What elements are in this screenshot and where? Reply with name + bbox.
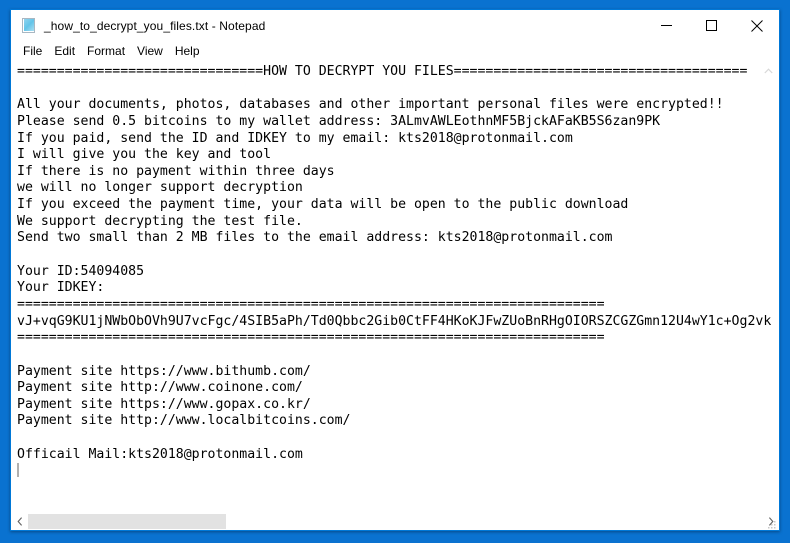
window-controls xyxy=(644,10,779,41)
text-line: Your IDKEY: xyxy=(17,280,105,296)
text-line: Payment site https://www.bithumb.com/ xyxy=(17,363,311,379)
text-line: Officail Mail:kts2018@protonmail.com xyxy=(17,446,303,462)
text-line: We support decrypting the test file. xyxy=(17,213,303,229)
text-line xyxy=(17,430,779,447)
minimize-icon xyxy=(661,25,672,26)
close-button[interactable] xyxy=(734,10,779,41)
text-line: If you exceed the payment time, your dat… xyxy=(17,197,629,213)
close-icon xyxy=(750,19,763,32)
text-line xyxy=(17,463,779,480)
text-line: If you paid, send the ID and IDKEY to my… xyxy=(17,130,573,146)
text-line xyxy=(17,81,779,98)
text-line xyxy=(17,247,779,264)
text-line: Payment site http://www.coinone.com/ xyxy=(17,380,303,396)
editor-area[interactable]: ===============================HOW TO DE… xyxy=(11,62,779,512)
text-line: Payment site http://www.localbitcoins.co… xyxy=(17,413,351,429)
menu-item-file[interactable]: File xyxy=(17,42,48,61)
menu-item-view[interactable]: View xyxy=(131,42,169,61)
scroll-up-arrow[interactable] xyxy=(762,64,775,77)
window-title: _how_to_decrypt_you_files.txt - Notepad xyxy=(44,18,266,33)
maximize-icon xyxy=(706,20,717,31)
text-line: Please send 0.5 bitcoins to my wallet ad… xyxy=(17,113,661,129)
menu-item-edit[interactable]: Edit xyxy=(48,42,81,61)
text-line: I will give you the key and tool xyxy=(17,147,272,163)
resize-grip-icon xyxy=(768,521,776,529)
title-bar[interactable]: _how_to_decrypt_you_files.txt - Notepad xyxy=(11,10,779,41)
scroll-left-button[interactable] xyxy=(11,513,28,530)
menu-bar: File Edit Format View Help xyxy=(11,41,779,62)
notepad-document-icon xyxy=(21,17,37,34)
text-line: Send two small than 2 MB files to the em… xyxy=(17,230,613,246)
text-line xyxy=(17,347,779,364)
text-line: we will no longer support decryption xyxy=(17,180,303,196)
document-text[interactable]: ===============================HOW TO DE… xyxy=(11,62,779,512)
minimize-button[interactable] xyxy=(644,10,689,41)
text-line: ========================================… xyxy=(17,296,605,312)
chevron-left-icon xyxy=(16,517,22,526)
text-line: ========================================… xyxy=(17,330,605,346)
notepad-window: _how_to_decrypt_you_files.txt - Notepad xyxy=(10,9,780,531)
horizontal-scrollbar[interactable] xyxy=(11,512,779,530)
text-line: If there is no payment within three days xyxy=(17,163,335,179)
scrollbar-track[interactable] xyxy=(28,513,762,530)
maximize-button[interactable] xyxy=(689,10,734,41)
menu-item-format[interactable]: Format xyxy=(81,42,131,61)
menu-item-help[interactable]: Help xyxy=(169,42,206,61)
text-line: Payment site https://www.gopax.co.kr/ xyxy=(17,396,311,412)
scrollbar-thumb[interactable] xyxy=(28,514,226,529)
chevron-up-icon xyxy=(764,67,773,73)
text-caret xyxy=(17,463,19,478)
text-line: Your ID:54094085 xyxy=(17,263,145,279)
desktop-background: _how_to_decrypt_you_files.txt - Notepad xyxy=(0,0,790,543)
text-line: All your documents, photos, databases an… xyxy=(17,97,724,113)
resize-grip[interactable] xyxy=(765,517,777,529)
text-line: ===============================HOW TO DE… xyxy=(17,64,748,79)
text-line: vJ+vqG9KU1jNWbObOVh9U7vcFgc/4SIB5aPh/Td0… xyxy=(17,313,772,329)
